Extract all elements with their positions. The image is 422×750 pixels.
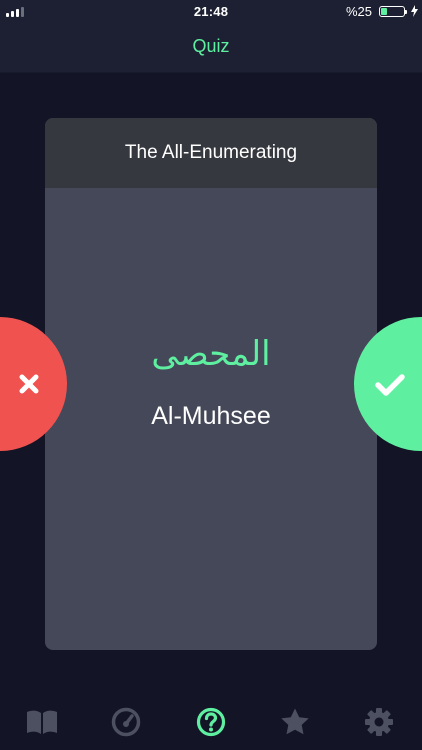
tab-bar <box>0 694 422 750</box>
card-arabic-name: المحصى <box>151 334 271 374</box>
charging-icon <box>411 5 418 17</box>
tab-settings[interactable] <box>359 702 399 742</box>
quiz-screen: 21:48 %25 Quiz The All-Enumerating المحص… <box>0 0 422 750</box>
book-icon <box>27 710 57 734</box>
gear-icon <box>365 708 393 736</box>
question-icon <box>196 707 226 737</box>
card-header: The All-Enumerating <box>45 118 377 188</box>
battery-level <box>381 8 387 15</box>
tab-learn[interactable] <box>22 702 62 742</box>
tab-favorites[interactable] <box>275 702 315 742</box>
battery-icon <box>379 6 407 17</box>
star-icon <box>281 708 309 735</box>
battery-percentage: %25 <box>345 4 372 19</box>
tab-quiz[interactable] <box>191 702 231 742</box>
tab-progress[interactable] <box>106 702 146 742</box>
nav-bar: Quiz <box>0 24 422 73</box>
card-transliteration: Al-Muhsee <box>151 402 271 430</box>
speedometer-icon <box>111 707 141 737</box>
page-title: Quiz <box>192 36 230 56</box>
check-icon <box>375 374 405 396</box>
flash-card[interactable]: The All-Enumerating المحصى Al-Muhsee <box>45 118 377 650</box>
card-meaning: The All-Enumerating <box>124 142 298 163</box>
close-icon <box>19 374 39 394</box>
status-bar: 21:48 %25 <box>0 0 422 24</box>
